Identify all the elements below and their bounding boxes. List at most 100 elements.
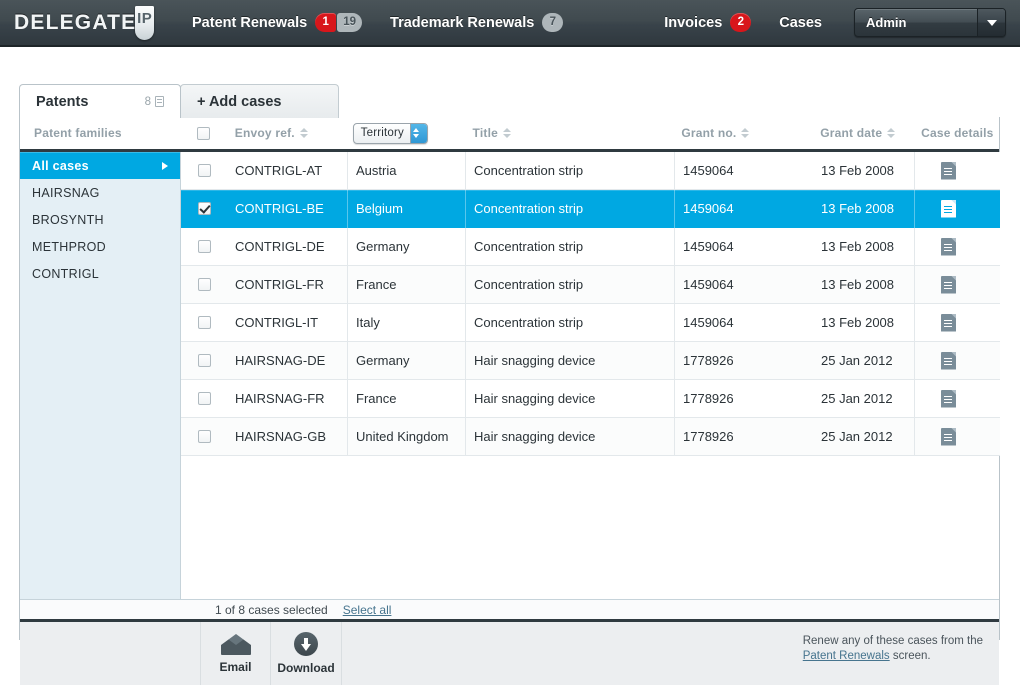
cell-territory: Germany — [347, 227, 465, 266]
nav-label: Cases — [779, 14, 822, 31]
cell-title: Concentration strip — [465, 227, 674, 266]
case-details-document-icon[interactable] — [941, 389, 956, 408]
cell-case-details — [914, 227, 1000, 266]
document-icon — [155, 96, 164, 107]
patent-renewals-link[interactable]: Patent Renewals — [803, 650, 890, 662]
table-row[interactable]: CONTRIGL-IT Italy Concentration strip 14590… — [181, 303, 1000, 342]
cell-grant-date: 13 Feb 2008 — [821, 163, 895, 178]
secondary-nav: Invoices 2 Cases Admin — [650, 0, 1020, 46]
nav-item-invoices[interactable]: Invoices 2 — [650, 0, 765, 46]
user-role-select[interactable]: Admin — [854, 8, 1006, 37]
table-row[interactable]: HAIRSNAG-GB United Kingdom Hair snagging d… — [181, 417, 1000, 456]
user-role-value: Admin — [866, 15, 907, 30]
cell-title: Concentration strip — [465, 265, 674, 304]
column-header-grant-no[interactable]: Grant no. — [673, 116, 812, 151]
nav-label: Patent Renewals — [192, 14, 308, 31]
cell-territory: Belgium — [347, 189, 465, 228]
case-details-document-icon[interactable] — [941, 275, 956, 294]
table-row[interactable]: CONTRIGL-FR France Concentration strip 1459… — [181, 265, 1000, 304]
row-checkbox[interactable] — [197, 202, 211, 215]
cell-title: Hair snagging device — [465, 341, 674, 380]
cell-envoy-ref: HAIRSNAG-GB — [235, 429, 327, 444]
row-checkbox[interactable] — [197, 316, 211, 329]
row-checkbox-cell — [181, 240, 227, 253]
cell-envoy-ref: CONTRIGL-DE — [235, 239, 325, 254]
cell-case-details — [914, 265, 1000, 304]
sidebar-item-all-cases[interactable]: All cases — [20, 152, 180, 179]
table-row[interactable]: HAIRSNAG-FR France Hair snagging device 177… — [181, 379, 1000, 418]
case-details-document-icon[interactable] — [941, 427, 956, 446]
case-details-document-icon[interactable] — [941, 199, 956, 218]
row-checkbox[interactable] — [197, 240, 211, 253]
cell-title: Concentration strip — [465, 189, 674, 228]
select-all-checkbox[interactable] — [197, 126, 211, 140]
nav-label: Invoices — [664, 14, 723, 31]
table-row[interactable]: CONTRIGL-BE Belgium Concentration strip 145… — [181, 189, 1000, 228]
column-header-envoy-ref[interactable]: Envoy ref. — [227, 116, 347, 151]
tab-add-cases[interactable]: + Add cases — [180, 84, 339, 118]
column-header-grant-date[interactable]: Grant date — [812, 116, 913, 151]
row-checkbox-cell — [181, 278, 227, 291]
tab-patents[interactable]: Patents 8 — [19, 84, 181, 118]
table-row[interactable]: CONTRIGL-AT Austria Concentration strip 145… — [181, 151, 1000, 190]
cell-territory: United Kingdom — [347, 417, 465, 456]
case-details-document-icon[interactable] — [941, 237, 956, 256]
primary-nav: Patent Renewals 1 19 Trademark Renewals … — [178, 0, 577, 46]
patent-families-sidebar: All cases HAIRSNAG BROSYNTH METHPROD CONTRIG… — [20, 152, 181, 599]
nav-item-cases[interactable]: Cases — [765, 0, 836, 46]
select-all-link[interactable]: Select all — [343, 603, 392, 617]
cell-territory: Italy — [347, 303, 465, 342]
row-checkbox[interactable] — [197, 430, 211, 443]
chevron-down-icon — [977, 9, 1005, 36]
row-checkbox[interactable] — [197, 164, 211, 177]
cell-case-details — [914, 379, 1000, 418]
table-row[interactable]: HAIRSNAG-DE Germany Hair snagging device 17… — [181, 341, 1000, 380]
cell-envoy-ref: CONTRIGL-FR — [235, 277, 324, 292]
cell-grant-date: 25 Jan 2012 — [821, 353, 893, 368]
download-icon — [294, 632, 318, 656]
logo-shield-icon: IP — [135, 5, 154, 40]
cell-envoy-ref: CONTRIGL-AT — [235, 163, 323, 178]
sidebar-item-hairsnag[interactable]: HAIRSNAG — [20, 179, 180, 206]
download-button[interactable]: Download — [271, 622, 342, 685]
email-button[interactable]: Email — [200, 622, 271, 685]
row-checkbox[interactable] — [197, 354, 211, 367]
table-row[interactable]: CONTRIGL-DE Germany Concentration strip 145… — [181, 227, 1000, 266]
cell-territory: France — [347, 379, 465, 418]
sidebar-item-label: BROSYNTH — [32, 212, 104, 227]
sidebar-item-methprod[interactable]: METHPROD — [20, 233, 180, 260]
app-logo[interactable]: DELEGATE IP — [14, 5, 154, 40]
row-checkbox[interactable] — [197, 278, 211, 291]
tab-bar: Patents 8 + Add cases — [19, 84, 339, 118]
cell-title: Concentration strip — [465, 303, 674, 342]
renew-hint-after: screen. — [889, 650, 931, 662]
chevron-right-icon — [162, 161, 168, 170]
table-column-headers: Patent families Envoy ref. Territory Tit… — [20, 117, 999, 152]
row-checkbox-cell — [181, 392, 227, 405]
cell-envoy-ref: HAIRSNAG-DE — [235, 353, 326, 368]
cell-case-details — [914, 417, 1000, 456]
territory-filter-select[interactable]: Territory — [352, 122, 429, 144]
cell-envoy-ref: HAIRSNAG-FR — [235, 391, 325, 406]
row-checkbox[interactable] — [197, 392, 211, 405]
nav-item-patent-renewals[interactable]: Patent Renewals 1 19 — [178, 0, 376, 46]
case-details-document-icon[interactable] — [941, 161, 956, 180]
cell-title: Hair snagging device — [465, 417, 674, 456]
cell-grant-date: 13 Feb 2008 — [821, 239, 895, 254]
case-details-document-icon[interactable] — [941, 313, 956, 332]
cell-territory: France — [347, 265, 465, 304]
column-header-title[interactable]: Title — [465, 116, 674, 151]
cell-grant-no: 1459064 — [674, 151, 813, 190]
sort-icon — [299, 128, 308, 138]
cell-grant-no: 1778926 — [674, 379, 813, 418]
sidebar-item-contrigl[interactable]: CONTRIGL — [20, 260, 180, 287]
select-all-checkbox-cell — [181, 116, 227, 151]
case-details-document-icon[interactable] — [941, 351, 956, 370]
cell-grant-date: 13 Feb 2008 — [821, 315, 895, 330]
top-navigation-bar: DELEGATE IP Patent Renewals 1 19 Tradema… — [0, 0, 1020, 47]
patents-panel: Patent families Envoy ref. Territory Tit… — [19, 117, 1000, 685]
nav-item-trademark-renewals[interactable]: Trademark Renewals 7 — [376, 0, 577, 46]
column-header-territory: Territory — [347, 116, 465, 151]
sidebar-item-brosynth[interactable]: BROSYNTH — [20, 206, 180, 233]
cell-grant-no: 1778926 — [674, 417, 813, 456]
